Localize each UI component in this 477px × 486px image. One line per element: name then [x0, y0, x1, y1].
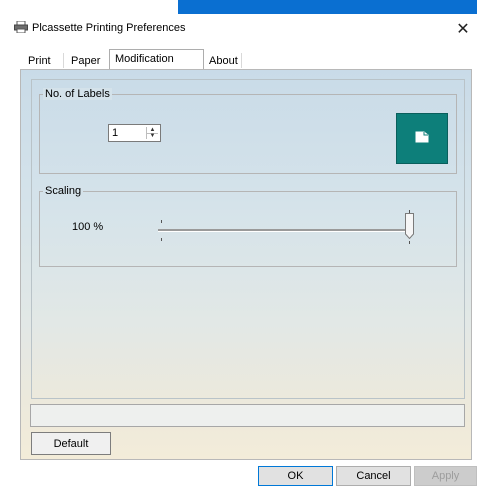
tab-print[interactable]: Print [26, 53, 53, 69]
tab-divider [63, 53, 64, 68]
tab-about[interactable]: About [207, 53, 240, 69]
ok-button[interactable]: OK [258, 466, 333, 486]
default-button[interactable]: Default [31, 432, 111, 455]
spinner-buttons: ▲ ▼ [146, 127, 158, 139]
tab-divider [241, 53, 242, 68]
scaling-value: 100 % [72, 221, 104, 233]
printer-icon [14, 21, 28, 33]
slider-tick [409, 241, 410, 244]
background-window-edge [178, 0, 477, 14]
window-title: Plcassette Printing Preferences [32, 22, 186, 34]
scaling-group-title: Scaling [43, 185, 84, 197]
slider-tick [161, 238, 162, 241]
labels-group-title: No. of Labels [43, 88, 112, 100]
close-icon: ✕ [456, 21, 470, 38]
scaling-slider-thumb[interactable] [405, 213, 414, 239]
scaling-slider-track[interactable] [158, 229, 412, 232]
labels-count-value: 1 [112, 127, 119, 139]
document-icon [415, 131, 429, 143]
label-preview-button[interactable] [396, 113, 448, 164]
labels-count-spinner[interactable]: 1 ▲ ▼ [108, 124, 161, 142]
status-bar [30, 404, 465, 427]
slider-tick [161, 220, 162, 223]
tab-paper[interactable]: Paper [69, 53, 102, 69]
spin-down-button[interactable]: ▼ [147, 133, 158, 139]
close-button[interactable]: ✕ [449, 14, 477, 44]
cancel-button[interactable]: Cancel [336, 466, 411, 486]
labels-groupbox [39, 94, 457, 174]
apply-button[interactable]: Apply [414, 466, 477, 486]
tab-modification[interactable]: Modification [109, 49, 204, 69]
